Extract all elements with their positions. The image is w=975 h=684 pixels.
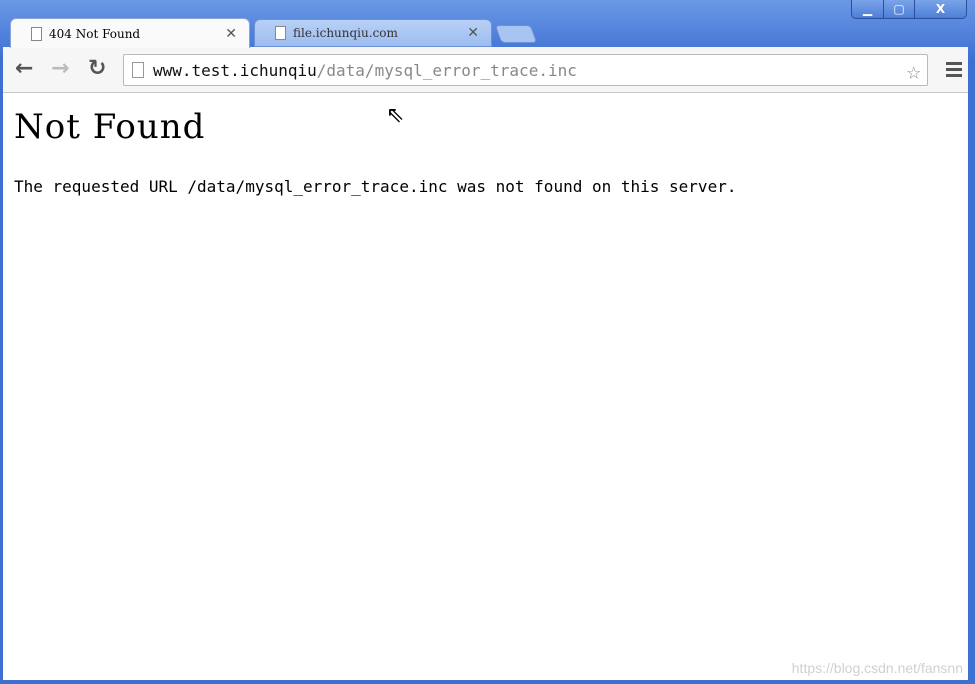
maximize-button[interactable]: ▢	[883, 0, 914, 18]
page-icon	[132, 62, 144, 78]
tab-404-not-found[interactable]: 404 Not Found ✕	[10, 18, 250, 48]
page-heading: Not Found	[14, 107, 206, 147]
tab-title: 404 Not Found	[49, 26, 141, 41]
tab-title: file.ichunqiu.com	[293, 26, 398, 40]
back-icon[interactable]: ←	[15, 56, 33, 82]
error-message: The requested URL /data/mysql_error_trac…	[14, 177, 737, 196]
page-content: Not Found The requested URL /data/mysql_…	[3, 93, 968, 680]
close-window-button[interactable]: X	[914, 0, 966, 18]
menu-icon[interactable]	[946, 62, 962, 80]
reload-icon[interactable]: ↻	[88, 56, 106, 82]
close-tab-icon[interactable]: ✕	[467, 25, 479, 41]
window-controls: ▁ ▢ X	[851, 0, 967, 19]
url-path: /data/mysql_error_trace.inc	[316, 60, 577, 80]
tab-file-ichunqiu[interactable]: file.ichunqiu.com ✕	[254, 19, 492, 47]
minimize-button[interactable]: ▁	[852, 0, 883, 18]
close-tab-icon[interactable]: ✕	[225, 26, 237, 42]
address-bar[interactable]: www.test.ichunqiu/data/mysql_error_trace…	[123, 54, 928, 86]
new-tab-button[interactable]	[494, 25, 538, 43]
toolbar: ← → ↻ www.test.ichunqiu/data/mysql_error…	[3, 47, 968, 93]
bookmark-star-icon[interactable]: ☆	[907, 57, 921, 85]
url-host: www.test.ichunqiu	[153, 60, 317, 80]
page-icon	[275, 26, 286, 40]
page-icon	[31, 26, 42, 41]
mouse-cursor-icon: ⇖	[386, 103, 405, 128]
forward-icon[interactable]: →	[51, 56, 69, 82]
watermark: https://blog.csdn.net/fansnn	[791, 660, 963, 676]
